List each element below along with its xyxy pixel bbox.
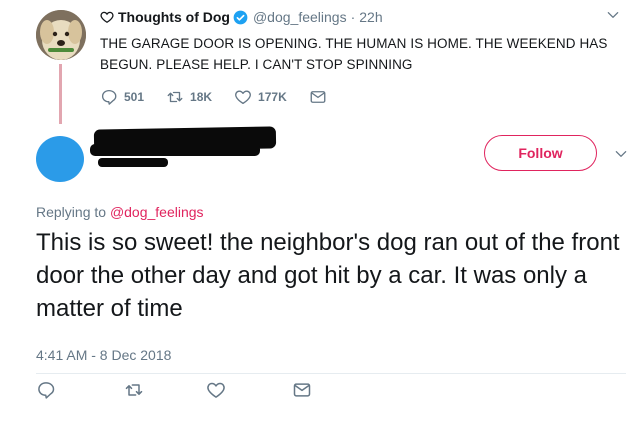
retweet-count: 18K [190,90,213,104]
replying-to: Replying to @dog_feelings [36,204,204,220]
reply-icon [101,89,117,105]
display-name[interactable]: Thoughts of Dog [118,9,230,25]
user-handle[interactable]: @dog_feelings [253,9,347,25]
tweet-actions: 501 18K 177K [100,88,355,106]
separator-dot: · [350,9,356,25]
like-count: 177K [258,90,287,104]
retweet-icon[interactable] [124,380,144,400]
tweet-text: THE GARAGE DOOR IS OPENING. THE HUMAN IS… [100,36,608,72]
message-button[interactable] [309,88,333,106]
like-icon [235,90,251,105]
dog-avatar[interactable] [36,10,86,60]
tweet-timestamp[interactable]: 4:41 AM - 8 Dec 2018 [36,347,171,363]
replying-mention-link[interactable]: @dog_feelings [110,204,204,220]
like-button[interactable]: 177K [234,88,287,106]
replying-prefix: Replying to [36,204,107,220]
reply-count: 501 [124,90,145,104]
tweet-header: Thoughts of Dog @dog_feelings · 22h [100,9,383,25]
redaction-mark [90,144,260,156]
chevron-down-icon[interactable] [614,147,628,161]
user-avatar[interactable] [36,136,84,182]
reply-text: This is so sweet! the neighbor's dog ran… [36,229,620,322]
redaction-mark [98,158,168,167]
reply-icon[interactable] [36,380,56,400]
chevron-down-icon[interactable] [606,8,620,22]
divider [36,373,626,374]
like-icon[interactable] [206,380,226,400]
thread-line [59,64,62,124]
reply-button[interactable]: 501 [100,88,144,106]
retweet-button[interactable]: 18K [166,88,212,106]
verified-icon [233,10,248,24]
message-icon [310,91,326,103]
heart-icon [100,11,114,24]
follow-button[interactable]: Follow [484,135,597,171]
message-icon[interactable] [292,380,312,400]
retweet-icon [167,91,183,103]
tweet-time[interactable]: 22h [359,9,382,25]
